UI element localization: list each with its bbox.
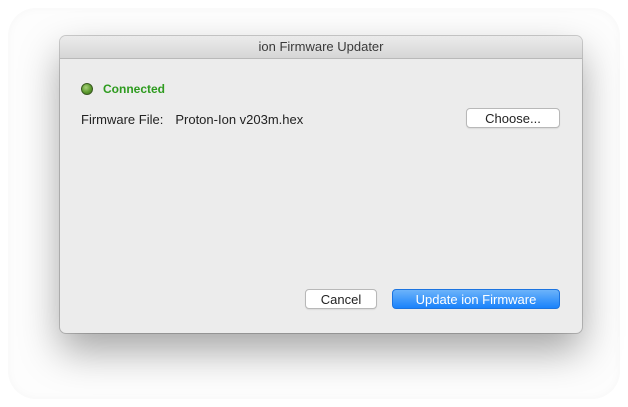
firmware-file-name: Proton-Ion v203m.hex: [175, 111, 304, 127]
firmware-file-label: Firmware File:: [81, 111, 164, 127]
cancel-button[interactable]: Cancel: [305, 289, 377, 309]
window-title: ion Firmware Updater: [258, 39, 384, 54]
window-titlebar[interactable]: ion Firmware Updater: [60, 36, 582, 59]
status-text: Connected: [103, 82, 166, 96]
update-firmware-button[interactable]: Update ion Firmware: [392, 289, 560, 309]
firmware-updater-dialog: ion Firmware Updater Connected Firmware …: [60, 36, 582, 333]
connection-status: Connected: [81, 81, 165, 97]
choose-button[interactable]: Choose...: [466, 108, 560, 128]
firmware-file-row: Firmware File: Proton-Ion v203m.hex: [81, 110, 303, 128]
led-icon: [81, 83, 93, 95]
